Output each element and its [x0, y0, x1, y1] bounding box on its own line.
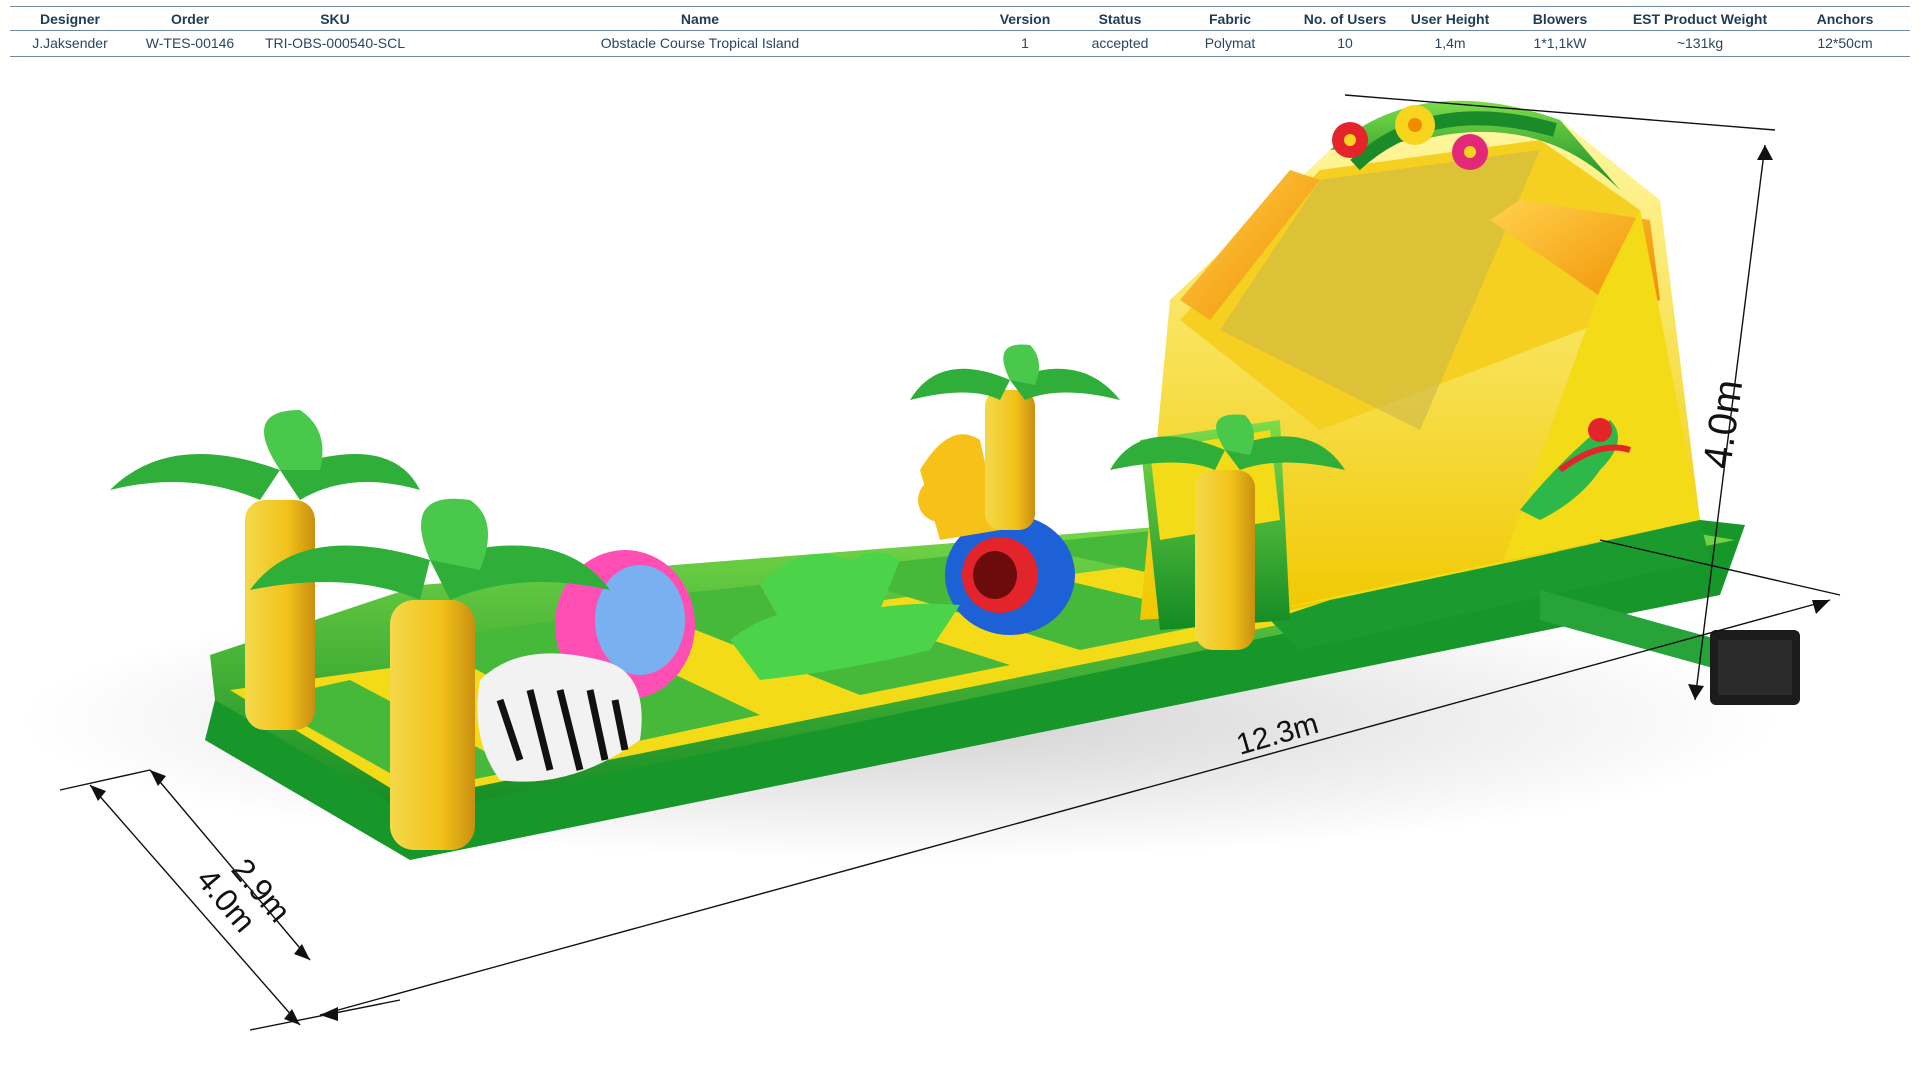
product-render: 12.3m 4.0m 2.9m 4.0m	[20, 94, 1841, 1031]
dimension-height-label: 4.0m	[1695, 377, 1751, 471]
